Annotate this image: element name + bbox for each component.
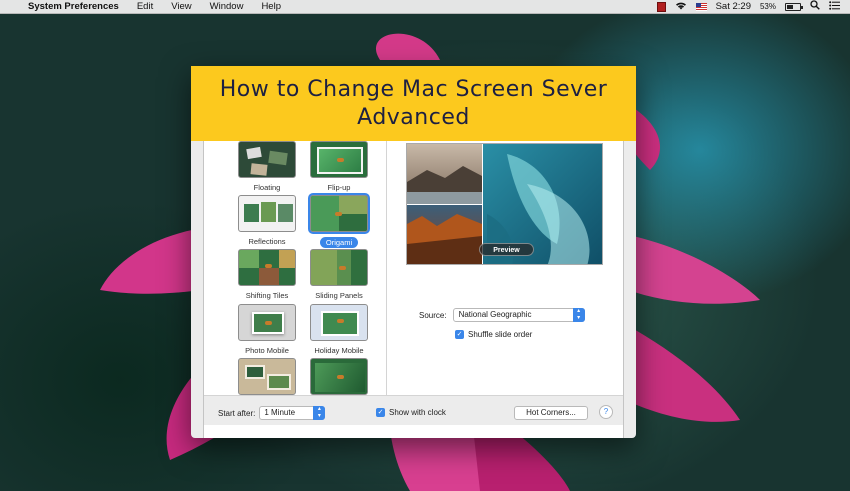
notification-center-icon[interactable] [829, 0, 840, 13]
screen-saver-reflections[interactable]: Reflections [233, 195, 301, 246]
screen-saver-sliding-panels[interactable]: Sliding Panels [305, 249, 373, 300]
source-row: Source: National Geographic ▴ ▾ [419, 308, 585, 322]
battery-icon[interactable] [785, 2, 803, 11]
source-label: Source: [419, 310, 447, 320]
menu-window[interactable]: Window [201, 1, 253, 12]
photo-mobile-thumbnail [238, 304, 296, 341]
sliding-panels-thumbnail [310, 249, 368, 286]
battery-fill [787, 4, 794, 9]
shuffle-row[interactable]: ✓ Shuffle slide order [455, 330, 532, 339]
banner-title-line1: How to Change Mac Screen Sever [219, 76, 608, 102]
banner-title-line2: Advanced [357, 104, 470, 130]
recording-status-icon[interactable] [656, 1, 666, 12]
vintage-prints-thumbnail [238, 358, 296, 395]
show-clock-row[interactable]: ✓ Show with clock [376, 408, 446, 417]
menu-help[interactable]: Help [252, 1, 290, 12]
shuffle-checkbox[interactable]: ✓ [455, 330, 464, 339]
wifi-icon[interactable] [675, 1, 687, 13]
input-source-flag-icon[interactable] [695, 2, 707, 11]
screen-saver-label: Flip-up [327, 183, 351, 192]
screen-saver-label: Sliding Panels [315, 291, 363, 300]
source-select[interactable]: National Geographic ▴ ▾ [452, 308, 585, 322]
menu-view[interactable]: View [162, 1, 200, 12]
spotlight-search-icon[interactable] [810, 0, 820, 13]
clock[interactable]: Sat 2:29 [716, 1, 751, 12]
start-after-select[interactable]: 1 Minute ▴ ▾ [259, 406, 326, 420]
screen-saver-holiday-mobile[interactable]: Holiday Mobile [305, 304, 373, 355]
holiday-mobile-thumbnail [310, 304, 368, 341]
screen-saver-list[interactable]: Floating Flip-up Reflections Origami Shi… [204, 127, 387, 395]
screen-saver-floating[interactable]: Floating [233, 141, 301, 192]
start-after-label: Start after: [218, 408, 256, 418]
screen-saver-flip-up[interactable]: Flip-up [305, 141, 373, 192]
battery-percent: 53% [759, 2, 776, 11]
help-button[interactable]: ? [599, 405, 613, 419]
show-clock-label: Show with clock [389, 408, 446, 417]
screen-saver-vintage-prints[interactable] [233, 358, 301, 395]
screen-saver-shifting-tiles[interactable]: Shifting Tiles [233, 249, 301, 300]
screen-saver-panel: Floating Flip-up Reflections Origami Shi… [203, 126, 624, 438]
preview-image[interactable]: Preview [406, 143, 603, 265]
hot-corners-button[interactable]: Hot Corners... [514, 406, 588, 420]
title-banner: How to Change Mac Screen Sever Advanced [191, 66, 636, 141]
show-clock-checkbox[interactable]: ✓ [376, 408, 385, 417]
start-after-value: 1 Minute [264, 408, 296, 417]
menu-bar: System Preferences Edit View Window Help… [0, 0, 850, 14]
screen-saver-label: Floating [253, 183, 281, 192]
screen-saver-label: Holiday Mobile [314, 346, 364, 355]
screen-saver-label: Reflections [248, 237, 286, 246]
reflections-thumbnail [238, 195, 296, 232]
menu-edit[interactable]: Edit [128, 1, 162, 12]
chevron-updown-icon: ▴ ▾ [313, 406, 326, 420]
screen-saver-ken-burns[interactable] [305, 358, 373, 395]
bottom-bar: Start after: 1 Minute ▴ ▾ ✓ Show with clo… [204, 395, 623, 425]
preview-area: Preview Source: National Geographic ▴ ▾ ✓… [387, 127, 623, 395]
floating-thumbnail [238, 141, 296, 178]
shifting-tiles-thumbnail [238, 249, 296, 286]
flip-up-thumbnail [310, 141, 368, 178]
menu-app-name[interactable]: System Preferences [26, 1, 128, 12]
start-after-row: Start after: 1 Minute ▴ ▾ [218, 406, 326, 420]
chevron-updown-icon: ▴ ▾ [572, 308, 585, 322]
preview-button[interactable]: Preview [479, 243, 534, 256]
ken-burns-thumbnail [310, 358, 368, 395]
source-value: National Geographic [458, 310, 532, 319]
shuffle-label: Shuffle slide order [468, 330, 533, 339]
screen-saver-label-selected: Origami [319, 237, 359, 248]
origami-thumbnail [310, 195, 368, 232]
screen-saver-origami[interactable]: Origami [305, 195, 373, 250]
screen-saver-photo-mobile[interactable]: Photo Mobile [233, 304, 301, 355]
screen-saver-label: Photo Mobile [245, 346, 289, 355]
screen-saver-label: Shifting Tiles [245, 291, 289, 300]
